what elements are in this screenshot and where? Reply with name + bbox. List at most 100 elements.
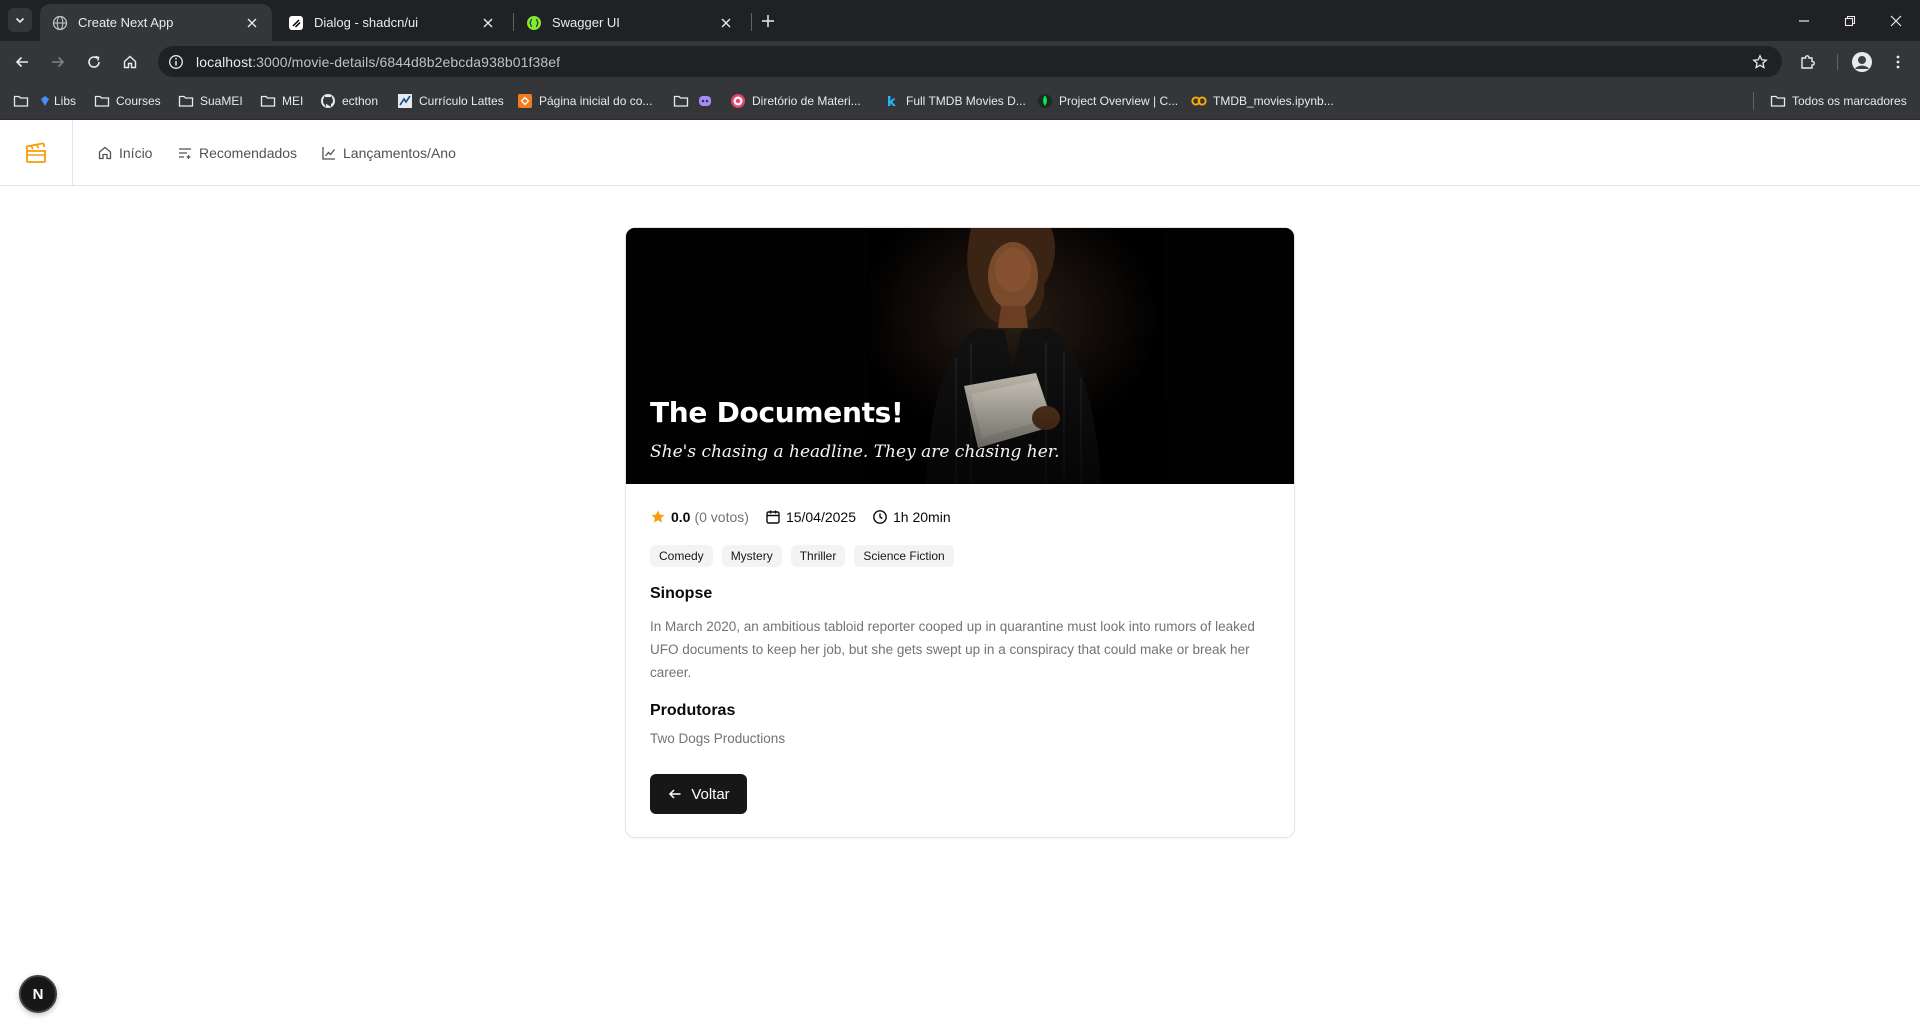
tab-search-button[interactable] — [8, 8, 32, 32]
genre-badge: Science Fiction — [854, 545, 954, 567]
movie-backdrop: The Documents! She's chasing a headline.… — [626, 228, 1294, 484]
bookmark-curriculo-lattes[interactable]: Currículo Lattes — [397, 91, 504, 111]
movie-tagline: She's chasing a headline. They are chasi… — [650, 442, 1060, 462]
github-icon — [320, 93, 336, 109]
bookmark-pagina-inicial[interactable]: Página inicial do co... — [517, 91, 652, 111]
tab-title: Swagger UI — [552, 15, 620, 30]
movie-meta: 0.0 (0 votos) 15/04/2025 1h 20min — [650, 507, 967, 527]
url-host: localhost — [196, 53, 253, 70]
reload-button[interactable] — [80, 48, 108, 76]
nav-label: Recomendados — [199, 145, 298, 161]
folder-icon — [13, 93, 29, 109]
bookmark-purple-app[interactable] — [697, 91, 719, 111]
arrow-left-icon — [15, 56, 28, 68]
tab-title: Dialog - shadcn/ui — [314, 15, 419, 30]
browser-tab-swagger-ui[interactable]: Swagger UI — [514, 4, 746, 41]
production-companies: Two Dogs Productions — [650, 731, 786, 746]
kaggle-icon: k — [884, 93, 900, 109]
swagger-icon — [526, 15, 542, 31]
lattes-icon — [397, 93, 413, 109]
forward-nav-button[interactable] — [44, 48, 72, 76]
bookmark-label: Todos os marcadores — [1792, 94, 1907, 108]
site-info-icon[interactable] — [162, 48, 190, 76]
folder-icon — [94, 93, 110, 109]
bookmark-label: TMDB_movies.ipynb... — [1213, 94, 1334, 108]
nav-inicio[interactable]: Início — [97, 142, 152, 164]
bookmark-label: Diretório de Materi... — [752, 94, 861, 108]
browser-tab-dialog-shadcn[interactable]: Dialog - shadcn/ui — [276, 4, 508, 41]
bookmark-full-tmdb[interactable]: k Full TMDB Movies D... — [884, 91, 1026, 111]
home-icon — [97, 145, 113, 161]
minimize-button[interactable] — [1781, 0, 1827, 41]
chart-line-icon — [321, 145, 337, 161]
restore-icon — [1844, 15, 1856, 26]
nav-recomendados[interactable]: Recomendados — [177, 142, 297, 164]
kebab-menu-icon — [1896, 55, 1900, 69]
clock-icon — [872, 509, 888, 525]
bookmark-folder-unnamed[interactable] — [673, 91, 695, 111]
close-icon[interactable] — [718, 15, 734, 31]
folder-icon — [260, 93, 276, 109]
genre-badge: Mystery — [721, 545, 782, 567]
movie-details-card: The Documents! She's chasing a headline.… — [625, 227, 1295, 838]
genre-list: Comedy Mystery Thriller Science Fiction — [650, 545, 954, 567]
calendar-icon — [765, 509, 781, 525]
bookmarks-separator — [1753, 92, 1754, 110]
genre-badge: Thriller — [790, 545, 846, 567]
browser-toolbar: localhost:3000/movie-details/6844d8b2ebc… — [0, 41, 1920, 82]
back-nav-button[interactable] — [8, 48, 36, 76]
bookmark-label: MEI — [282, 94, 304, 108]
bookmark-label: SuaMEI — [200, 94, 243, 108]
app-logo[interactable] — [0, 120, 73, 185]
profile-button[interactable] — [1848, 48, 1876, 76]
tab-title: Create Next App — [78, 15, 174, 30]
folder-icon — [178, 93, 194, 109]
star-icon — [650, 509, 666, 525]
clapperboard-icon — [25, 142, 46, 163]
bookmark-label: Libs — [54, 94, 77, 108]
bookmarks-bar: Libs Courses SuaMEI MEI ecthon Currículo… — [0, 82, 1920, 120]
orange-box-icon — [517, 93, 533, 109]
home-button[interactable] — [116, 48, 144, 76]
bookmark-diretorio-materiais[interactable]: Diretório de Materi... — [730, 91, 861, 111]
close-icon[interactable] — [480, 15, 496, 31]
list-icon — [177, 145, 193, 161]
bookmark-folder[interactable] — [13, 91, 35, 111]
app-header: Início Recomendados Lançamentos/Ano — [0, 120, 1920, 186]
extensions-button[interactable] — [1794, 48, 1822, 76]
all-bookmarks-folder[interactable]: Todos os marcadores — [1770, 91, 1907, 111]
close-window-button[interactable] — [1873, 0, 1919, 41]
bookmark-star-icon[interactable] — [1748, 50, 1772, 74]
back-button-label: Voltar — [691, 785, 730, 803]
arrow-right-icon — [52, 56, 65, 68]
restore-button[interactable] — [1827, 0, 1873, 41]
movie-title: The Documents! — [650, 396, 904, 429]
close-icon — [1890, 15, 1902, 26]
tab-separator — [751, 13, 752, 31]
bookmark-courses[interactable]: Courses — [94, 91, 161, 111]
purple-app-icon — [697, 93, 713, 109]
bookmark-mei[interactable]: MEI — [260, 91, 303, 111]
companies-heading: Produtoras — [650, 702, 736, 719]
home-icon — [123, 55, 137, 69]
bookmark-project-overview[interactable]: Project Overview | C... — [1037, 91, 1178, 111]
close-icon[interactable] — [244, 15, 260, 31]
browser-menu-button[interactable] — [1884, 48, 1912, 76]
bookmark-suamei[interactable]: SuaMEI — [178, 91, 243, 111]
arrow-left-icon — [667, 786, 683, 802]
nextjs-dev-indicator[interactable]: N — [19, 975, 57, 1013]
folder-icon — [673, 93, 689, 109]
browser-tab-create-next-app[interactable]: Create Next App — [40, 4, 272, 41]
url-path: :3000/movie-details/6844d8b2ebcda938b01f… — [252, 53, 561, 70]
bookmark-ecthon[interactable]: ecthon — [320, 91, 378, 111]
minimize-icon — [1799, 19, 1809, 22]
bookmark-libs[interactable]: Libs — [39, 91, 76, 111]
nav-lancamentos-ano[interactable]: Lançamentos/Ano — [321, 142, 456, 164]
new-tab-button[interactable] — [757, 10, 779, 32]
runtime: 1h 20min — [893, 509, 951, 525]
bookmark-tmdb-notebook[interactable]: TMDB_movies.ipynb... — [1191, 91, 1334, 111]
runtime-group: 1h 20min — [872, 509, 951, 525]
back-button[interactable]: Voltar — [650, 774, 747, 814]
address-bar[interactable]: localhost:3000/movie-details/6844d8b2ebc… — [158, 46, 1782, 77]
rating-value: 0.0 — [671, 509, 691, 525]
